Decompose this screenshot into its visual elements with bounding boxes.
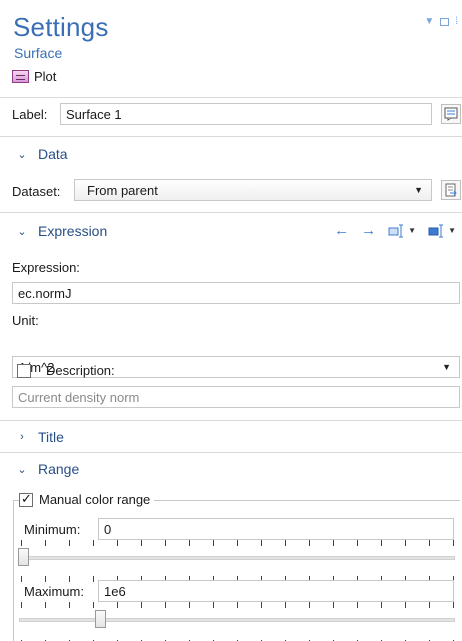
label-settings-button[interactable] (441, 104, 461, 124)
slider-ticks (19, 602, 455, 610)
replace-expression-icon (388, 224, 404, 237)
chevron-down-icon: ⌄ (17, 148, 27, 161)
replace-expression-button[interactable]: ▼ (388, 224, 416, 238)
minimum-slider[interactable] (18, 540, 455, 582)
unit-label: Unit: (12, 313, 39, 328)
slider-ticks (19, 540, 455, 548)
divider (0, 212, 462, 213)
expression-toolbar: ← → ▼ ▼ (334, 222, 456, 239)
dataset-label: Dataset: (12, 184, 61, 199)
section-expression-header[interactable]: ⌄ Expression (16, 223, 107, 239)
divider (0, 420, 462, 421)
plot-icon (12, 69, 29, 83)
dropdown-arrow-icon: ▼ (442, 362, 451, 372)
description-checkbox[interactable] (17, 363, 31, 378)
label-input[interactable]: Surface 1 (60, 103, 432, 125)
minimum-label: Minimum: (24, 522, 81, 537)
dropdown-arrow-icon: ▼ (408, 226, 417, 235)
chevron-down-icon: ⌄ (17, 463, 27, 476)
dataset-select[interactable]: From parent ▼ (74, 179, 432, 201)
divider (0, 97, 462, 98)
chevron-down-icon[interactable]: ▼ (424, 16, 434, 27)
slider-thumb[interactable] (18, 548, 29, 566)
manual-color-range-checkbox[interactable] (19, 491, 33, 507)
manual-color-range-label: Manual color range (39, 492, 151, 507)
expression-input[interactable]: ec.normJ (12, 282, 460, 304)
divider (0, 136, 462, 137)
insert-expression-button[interactable]: ▼ (428, 224, 456, 238)
section-data-header[interactable]: ⌄ Data (16, 146, 68, 162)
expression-label: Expression: (12, 260, 80, 275)
plot-button[interactable]: Plot (12, 67, 56, 85)
note-icon (444, 107, 458, 121)
chevron-down-icon: ⌄ (17, 225, 27, 238)
section-range-title: Range (38, 461, 80, 477)
slider-track[interactable] (19, 618, 455, 622)
page-title: Settings (13, 12, 109, 42)
window-controls[interactable]: ▼ ⁞ (424, 16, 458, 27)
maximize-icon[interactable] (440, 17, 450, 26)
section-data-title: Data (38, 146, 68, 162)
dataset-select-value: From parent (87, 182, 158, 198)
maximum-label: Maximum: (24, 584, 84, 599)
go-to-source-button[interactable] (441, 180, 461, 200)
section-title-title: Title (38, 429, 64, 445)
manual-color-range-row: Manual color range (19, 491, 155, 507)
plot-button-label: Plot (34, 68, 57, 84)
arrow-right-icon[interactable]: → (361, 222, 376, 239)
go-to-source-icon (445, 183, 457, 197)
dropdown-arrow-icon: ▼ (448, 226, 456, 235)
insert-expression-icon (428, 224, 444, 237)
dropdown-arrow-icon: ▼ (414, 185, 423, 195)
chevron-right-icon: › (20, 431, 24, 443)
node-type-link[interactable]: Surface (14, 45, 62, 61)
arrow-left-icon[interactable]: ← (334, 222, 349, 239)
section-title-header[interactable]: › Title (16, 429, 64, 445)
slider-track[interactable] (19, 556, 455, 560)
maximum-slider[interactable] (19, 602, 455, 641)
section-range-header[interactable]: ⌄ Range (16, 461, 79, 477)
maximum-input[interactable]: 1e6 (98, 580, 454, 602)
section-expression-title: Expression (38, 223, 108, 239)
label-field-label: Label: (12, 107, 48, 122)
description-label: Description: (46, 363, 115, 378)
description-input[interactable]: Current density norm (12, 386, 460, 408)
minimum-input[interactable]: 0 (98, 518, 454, 540)
slider-thumb[interactable] (95, 610, 106, 628)
pin-icon[interactable]: ⁞ (455, 16, 458, 27)
divider (0, 452, 462, 453)
description-row: Description: (17, 363, 115, 378)
